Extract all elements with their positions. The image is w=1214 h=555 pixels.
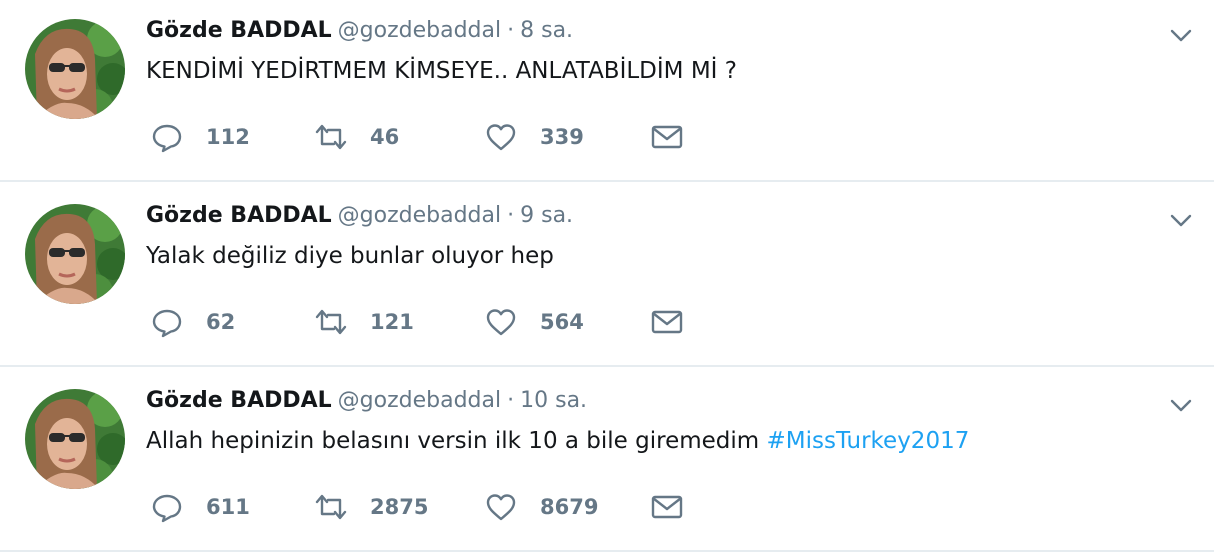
heart-icon [486, 124, 516, 151]
tweet-text: Allah hepinizin belasını versin ilk 10 a… [146, 428, 969, 454]
display-name[interactable]: Gözde BADDAL [146, 388, 332, 413]
retweet-icon [315, 124, 347, 150]
avatar[interactable] [25, 19, 125, 119]
avatar-image [25, 19, 125, 119]
retweet-button[interactable]: 121 [314, 305, 414, 339]
avatar-image [25, 389, 125, 489]
display-name[interactable]: Gözde BADDAL [146, 18, 332, 43]
envelope-icon [651, 125, 683, 149]
retweet-icon [315, 309, 347, 335]
like-count: 564 [540, 310, 584, 334]
reply-count: 112 [206, 125, 250, 149]
retweet-icon [315, 494, 347, 520]
chevron-down-icon[interactable] [1168, 392, 1194, 418]
retweet-button[interactable]: 46 [314, 120, 399, 154]
tweet-feed: Gözde BADDAL @gozdebaddal · 8 sa. KENDİMİ Y… [0, 0, 1214, 555]
envelope-icon [651, 495, 683, 519]
tweet-header: Gözde BADDAL @gozdebaddal · 8 sa. [146, 18, 573, 50]
like-button[interactable]: 8679 [484, 490, 598, 524]
username[interactable]: @gozdebaddal [338, 203, 501, 228]
tweet-text: Yalak değiliz diye bunlar oluyor hep [146, 243, 554, 269]
username[interactable]: @gozdebaddal [338, 18, 501, 43]
reply-icon [152, 124, 182, 153]
tweet-text: KENDİMİ YEDİRTMEM KİMSEYE.. ANLATABİLDİM… [146, 58, 737, 84]
timestamp[interactable]: 9 sa. [520, 203, 573, 228]
separator-dot: · [507, 18, 515, 43]
tweet-body: Yalak değiliz diye bunlar oluyor hep [146, 243, 554, 269]
heart-icon [486, 494, 516, 521]
chevron-down-icon[interactable] [1168, 207, 1194, 233]
retweet-count: 2875 [370, 495, 429, 519]
like-button[interactable]: 564 [484, 305, 584, 339]
direct-message-button[interactable] [650, 490, 684, 524]
retweet-count: 46 [370, 125, 400, 149]
tweet[interactable]: Gözde BADDAL @gozdebaddal · 9 sa. Yalak değ… [0, 185, 1214, 367]
chevron-down-icon[interactable] [1168, 22, 1194, 48]
tweet-body: Allah hepinizin belasını versin ilk 10 a… [146, 428, 767, 454]
like-count: 8679 [540, 495, 599, 519]
reply-count: 611 [206, 495, 250, 519]
retweet-count: 121 [370, 310, 414, 334]
tweet-header: Gözde BADDAL @gozdebaddal · 10 sa. [146, 388, 587, 420]
tweet-header: Gözde BADDAL @gozdebaddal · 9 sa. [146, 203, 573, 235]
like-button[interactable]: 339 [484, 120, 584, 154]
direct-message-button[interactable] [650, 120, 684, 154]
timestamp[interactable]: 10 sa. [520, 388, 587, 413]
like-count: 339 [540, 125, 584, 149]
reply-button[interactable]: 62 [150, 305, 235, 339]
display-name[interactable]: Gözde BADDAL [146, 203, 332, 228]
reply-button[interactable]: 112 [150, 120, 250, 154]
tweet-body: KENDİMİ YEDİRTMEM KİMSEYE.. ANLATABİLDİM… [146, 58, 737, 84]
retweet-button[interactable]: 2875 [314, 490, 428, 524]
timestamp[interactable]: 8 sa. [520, 18, 573, 43]
heart-icon [486, 309, 516, 336]
direct-message-button[interactable] [650, 305, 684, 339]
avatar[interactable] [25, 389, 125, 489]
reply-icon [152, 494, 182, 523]
separator-dot: · [507, 388, 515, 413]
hashtag-link[interactable]: #MissTurkey2017 [766, 428, 969, 454]
envelope-icon [651, 310, 683, 334]
tweet[interactable]: Gözde BADDAL @gozdebaddal · 10 sa. Allah he… [0, 370, 1214, 552]
reply-count: 62 [206, 310, 236, 334]
username[interactable]: @gozdebaddal [338, 388, 501, 413]
avatar[interactable] [25, 204, 125, 304]
tweet[interactable]: Gözde BADDAL @gozdebaddal · 8 sa. KENDİMİ Y… [0, 0, 1214, 182]
separator-dot: · [507, 203, 515, 228]
reply-icon [152, 309, 182, 338]
reply-button[interactable]: 611 [150, 490, 250, 524]
avatar-image [25, 204, 125, 304]
